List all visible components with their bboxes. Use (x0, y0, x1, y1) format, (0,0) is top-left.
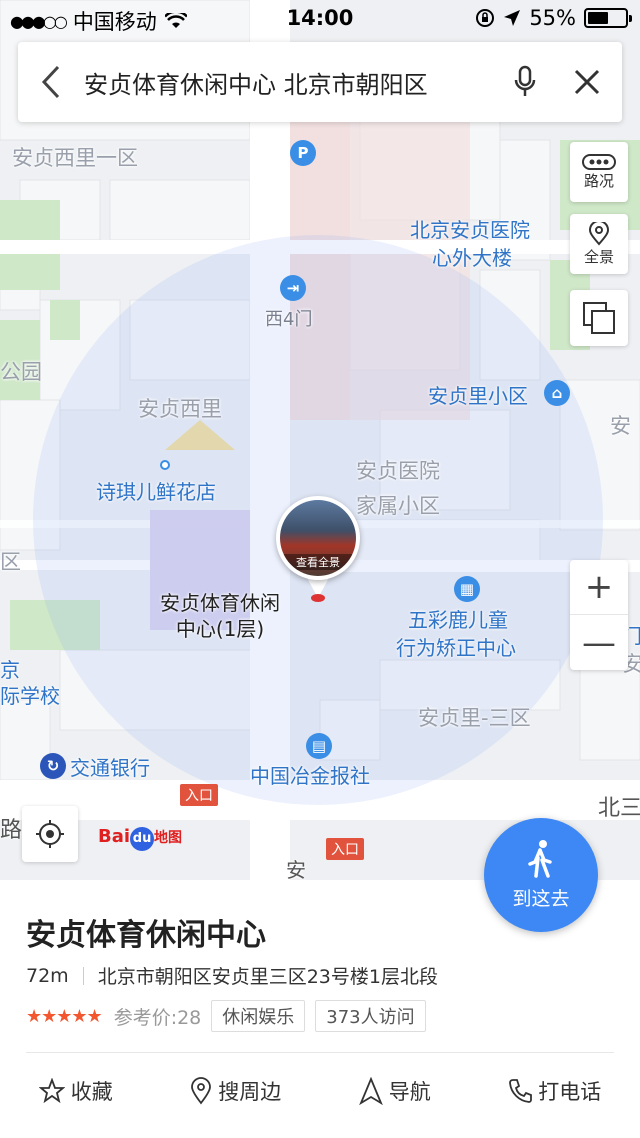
bank-icon[interactable]: ↻ (40, 753, 66, 779)
favorite-label: 收藏 (70, 1080, 113, 1104)
map-label: 安贞里-三区 (418, 706, 531, 730)
logo-map: 地图 (154, 830, 183, 846)
zoom-control: + — (570, 560, 628, 670)
parking-icon[interactable]: P (290, 140, 316, 166)
separator (82, 966, 84, 985)
map-label-flower-shop[interactable]: 诗琪儿鲜花店 (96, 476, 216, 505)
close-icon (574, 69, 600, 95)
traffic-button[interactable]: 路况 (570, 142, 628, 202)
map-label: 安 (610, 414, 631, 438)
category-tag: 休闲娱乐 (211, 1000, 306, 1032)
star-icon (38, 1078, 65, 1104)
office-icon[interactable]: ▤ (306, 733, 332, 759)
map-label-road: 北三 (598, 796, 640, 821)
place-address-row: 72m 北京市朝阳区安贞里三区23号楼1层北段 (26, 962, 438, 989)
place-title: 安贞体育休闲中心 (26, 918, 266, 953)
place-map-label: 安贞体育休闲 中心(1层) (160, 590, 280, 642)
place-map-label-line1: 安贞体育休闲 (160, 591, 280, 615)
go-here-button[interactable]: 到这去 (484, 818, 598, 932)
rating-stars-icon: ★★★★★ (26, 1005, 103, 1027)
marker-dot-icon (311, 594, 325, 602)
zoom-in-button[interactable]: + (570, 560, 628, 615)
map-label-hospital[interactable]: 北京安贞医院 (410, 214, 530, 243)
battery-percent: 55% (529, 6, 576, 30)
call-label: 打电话 (538, 1080, 602, 1104)
map-label-xiaoqu[interactable]: 安贞里小区 (428, 380, 528, 409)
map-label: 区 (0, 550, 21, 574)
voice-search-button[interactable] (498, 42, 552, 122)
locate-me-button[interactable] (22, 806, 78, 862)
place-meta-row: ★★★★★ 参考价:28 休闲娱乐 373人访问 (26, 1000, 426, 1032)
panorama-label: 全景 (583, 247, 614, 266)
map-label: 安贞西里 (138, 397, 222, 421)
orientation-lock-icon (476, 9, 495, 27)
panorama-thumbnail[interactable]: 查看全景 (276, 496, 360, 580)
clear-search-button[interactable] (552, 42, 622, 122)
map-label: 家属小区 (356, 494, 440, 518)
map-label-gate[interactable]: 西4门 (265, 305, 312, 331)
search-input[interactable]: 安贞体育休闲中心 北京市朝阳区 (84, 65, 498, 100)
back-button[interactable] (18, 42, 84, 122)
place-address: 北京市朝阳区安贞里三区23号楼1层北段 (97, 966, 438, 988)
map-label: 安 (286, 858, 306, 880)
map-label-school-2[interactable]: 际学校 (0, 680, 60, 709)
map-label-school[interactable]: 京 (0, 654, 20, 683)
search-bar: 安贞体育休闲中心 北京市朝阳区 (18, 42, 622, 122)
traffic-label: 路况 (583, 171, 614, 190)
map-label-park: 公园 (0, 360, 42, 384)
battery-level (588, 12, 608, 24)
visits-tag: 373人访问 (315, 1000, 426, 1032)
layers-button[interactable] (570, 290, 628, 346)
map-label: 安贞西里一区 (12, 146, 138, 170)
layers-icon (583, 302, 615, 334)
building-icon[interactable]: ▦ (454, 576, 480, 602)
residence-icon[interactable]: ⌂ (544, 380, 570, 406)
panorama-pin-icon (588, 221, 610, 246)
logo-du: du (130, 827, 155, 851)
place-map-label-line2: 中心(1层) (175, 617, 265, 641)
search-nearby-button[interactable]: 搜周边 (190, 1076, 281, 1106)
status-bar: ●●●○○ 中国移动 14:00 55% (0, 0, 640, 38)
location-arrow-icon (504, 10, 521, 26)
map-label-road: 路 (0, 818, 23, 843)
map-label-bank[interactable]: 交通银行 (70, 752, 150, 781)
navigate-label: 导航 (388, 1080, 431, 1104)
map-label-wucailu[interactable]: 五彩鹿儿童 (408, 604, 508, 633)
gate-icon[interactable]: ⇥ (280, 275, 306, 301)
map-label-hospital-2[interactable]: 心外大楼 (432, 242, 512, 271)
map-label-newspaper[interactable]: 中国冶金报社 (250, 760, 370, 789)
traffic-icon (582, 153, 616, 170)
microphone-icon (514, 65, 536, 96)
navigation-arrow-icon (358, 1077, 383, 1105)
go-here-label: 到这去 (512, 887, 570, 910)
call-button[interactable]: 打电话 (508, 1076, 601, 1106)
battery-icon (584, 8, 632, 28)
zoom-out-button[interactable]: — (570, 615, 628, 670)
entrance-badge[interactable]: 入口 (180, 784, 218, 806)
divider (26, 1052, 614, 1053)
place-distance: 72m (26, 964, 69, 987)
phone-icon (509, 1079, 533, 1103)
crosshair-icon (36, 820, 64, 848)
map-view[interactable]: 安贞西里一区 P 北京安贞医院 心外大楼 ⇥ 西4门 公园 安贞西里 安贞里小区… (0, 0, 640, 880)
favorite-button[interactable]: 收藏 (38, 1076, 113, 1106)
map-label: 安贞医院 (356, 459, 440, 483)
baidu-map-logo: Bai du 地图 (98, 826, 182, 851)
navigate-button[interactable]: 导航 (358, 1076, 431, 1106)
map-label-wucailu-2[interactable]: 行为矫正中心 (396, 632, 516, 661)
panorama-button[interactable]: 全景 (570, 214, 628, 274)
location-pin-icon (191, 1077, 212, 1105)
price-label: 参考价:28 (113, 1006, 202, 1029)
search-nearby-label: 搜周边 (218, 1080, 282, 1104)
entrance-badge[interactable]: 入口 (326, 838, 364, 860)
walking-icon (528, 839, 552, 878)
chevron-left-icon (41, 65, 60, 99)
shop-dot-icon[interactable] (160, 460, 170, 470)
action-bar: 收藏 搜周边 导航 打电话 (0, 1076, 640, 1106)
panorama-caption: 查看全景 (280, 554, 356, 570)
logo-bai: Bai (98, 826, 131, 847)
place-marker[interactable]: 查看全景 (274, 496, 362, 602)
